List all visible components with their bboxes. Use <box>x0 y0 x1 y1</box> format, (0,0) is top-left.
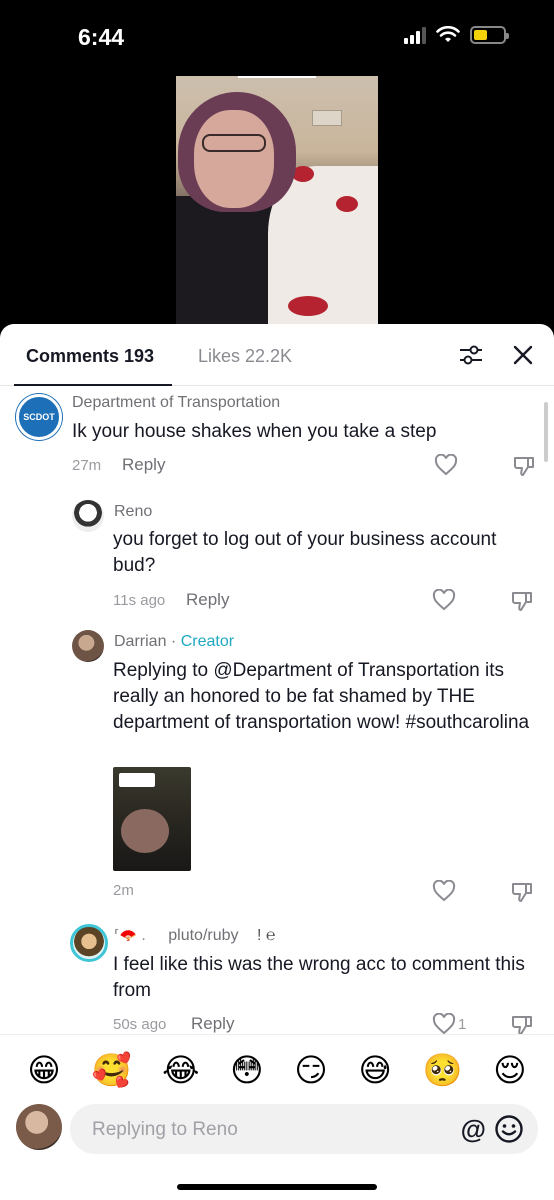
video-progress <box>238 76 316 78</box>
thumbnail-sticker <box>119 773 155 787</box>
heart-icon[interactable] <box>432 589 456 611</box>
comment-author[interactable]: Reno <box>114 503 152 521</box>
comment-time: 11s ago <box>113 592 166 609</box>
avatar-logo-text: SCDOT <box>23 412 55 422</box>
tab-bar: Comments 193 Likes 22.2K <box>0 324 554 386</box>
comment-author[interactable]: Department of Transportation <box>72 394 280 412</box>
video-detail <box>202 134 266 152</box>
author-name[interactable]: Darrian <box>114 633 166 650</box>
reply-item: Darrian · Creator Replying to @Departmen… <box>0 626 554 916</box>
wifi-icon <box>436 26 460 42</box>
comment-time: 50s ago <box>113 1016 167 1033</box>
input-placeholder: Replying to Reno <box>92 1119 238 1140</box>
clock: 6:44 <box>78 24 125 50</box>
creator-badge: Creator <box>180 633 235 650</box>
emoji-button[interactable]: 😁 <box>27 1051 60 1089</box>
avatar[interactable] <box>72 500 104 532</box>
avatar[interactable] <box>72 630 104 662</box>
status-icons <box>404 26 509 44</box>
emoji-button[interactable]: 🥰 <box>92 1051 132 1089</box>
heart-icon[interactable] <box>434 454 458 476</box>
video-reply-thumbnail[interactable] <box>113 767 191 871</box>
comment-time: 27m <box>72 457 102 474</box>
avatar[interactable]: SCDOT <box>16 394 62 440</box>
home-indicator[interactable] <box>177 1184 377 1190</box>
video-detail <box>288 296 328 316</box>
comment-text: Ik your house shakes when you take a ste… <box>72 421 437 442</box>
reply-item: Reno you forget to log out of your busin… <box>0 496 554 616</box>
heart-icon[interactable] <box>432 1013 456 1035</box>
emoji-button[interactable]: 😂 <box>162 1051 199 1089</box>
name-separator: · <box>166 633 181 650</box>
reply-button[interactable]: Reply <box>186 590 229 610</box>
author-name-prefix: ⸢🪭 . <box>114 928 146 944</box>
video-detail <box>336 196 358 212</box>
avatar[interactable] <box>70 924 108 962</box>
comment-text: you forget to log out of your business a… <box>113 529 497 576</box>
video-preview[interactable] <box>176 76 378 326</box>
reply-button[interactable]: Reply <box>122 455 165 475</box>
comment-input[interactable]: Replying to Reno @ <box>70 1104 538 1154</box>
comment-author: Darrian · Creator <box>114 633 234 651</box>
avatar[interactable] <box>16 1104 62 1150</box>
battery-icon <box>470 26 509 44</box>
filter-icon[interactable] <box>458 342 484 368</box>
tab-likes[interactable]: Likes 22.2K <box>198 346 292 367</box>
emoji-button[interactable]: 😏 <box>294 1051 327 1089</box>
reply-item: ⸢🪭 . pluto/ruby ! ℮ I feel like this was… <box>0 920 554 1035</box>
dislike-icon[interactable] <box>510 880 534 904</box>
emoji-button[interactable]: 😅 <box>359 1051 392 1089</box>
status-bar: 6:44 <box>0 0 554 76</box>
thumbnail-face <box>121 809 169 853</box>
mention-button[interactable]: @ <box>461 1114 486 1145</box>
emoji-button[interactable]: 😳 <box>230 1051 263 1089</box>
signal-icon <box>404 26 426 44</box>
comment-time: 2m <box>113 882 134 899</box>
emoji-bar: 😁 🥰 😂 😳 😏 😅 🥺 😌 <box>0 1034 554 1104</box>
author-name-suffix: ! ℮ <box>256 927 276 944</box>
dislike-icon[interactable] <box>510 589 534 613</box>
video-detail <box>312 110 342 126</box>
dislike-icon[interactable] <box>512 454 536 478</box>
comment-text: Replying to @Department of Transportatio… <box>113 660 530 733</box>
emoji-button[interactable]: 😌 <box>493 1051 526 1089</box>
comment-text: I feel like this was the wrong acc to co… <box>113 954 525 1001</box>
close-icon[interactable] <box>510 342 536 368</box>
emoji-button[interactable]: 🥺 <box>423 1051 463 1089</box>
smile-icon[interactable] <box>494 1114 524 1144</box>
author-name[interactable]: pluto/ruby <box>168 927 238 944</box>
tab-comments[interactable]: Comments 193 <box>26 346 154 367</box>
reply-button[interactable]: Reply <box>191 1014 234 1034</box>
video-detail <box>194 110 274 208</box>
comment-author: ⸢🪭 . pluto/ruby ! ℮ <box>114 927 275 945</box>
heart-icon[interactable] <box>432 880 456 902</box>
comment-item: SCDOT Department of Transportation Ik yo… <box>0 386 554 486</box>
like-count: 1 <box>458 1016 467 1033</box>
